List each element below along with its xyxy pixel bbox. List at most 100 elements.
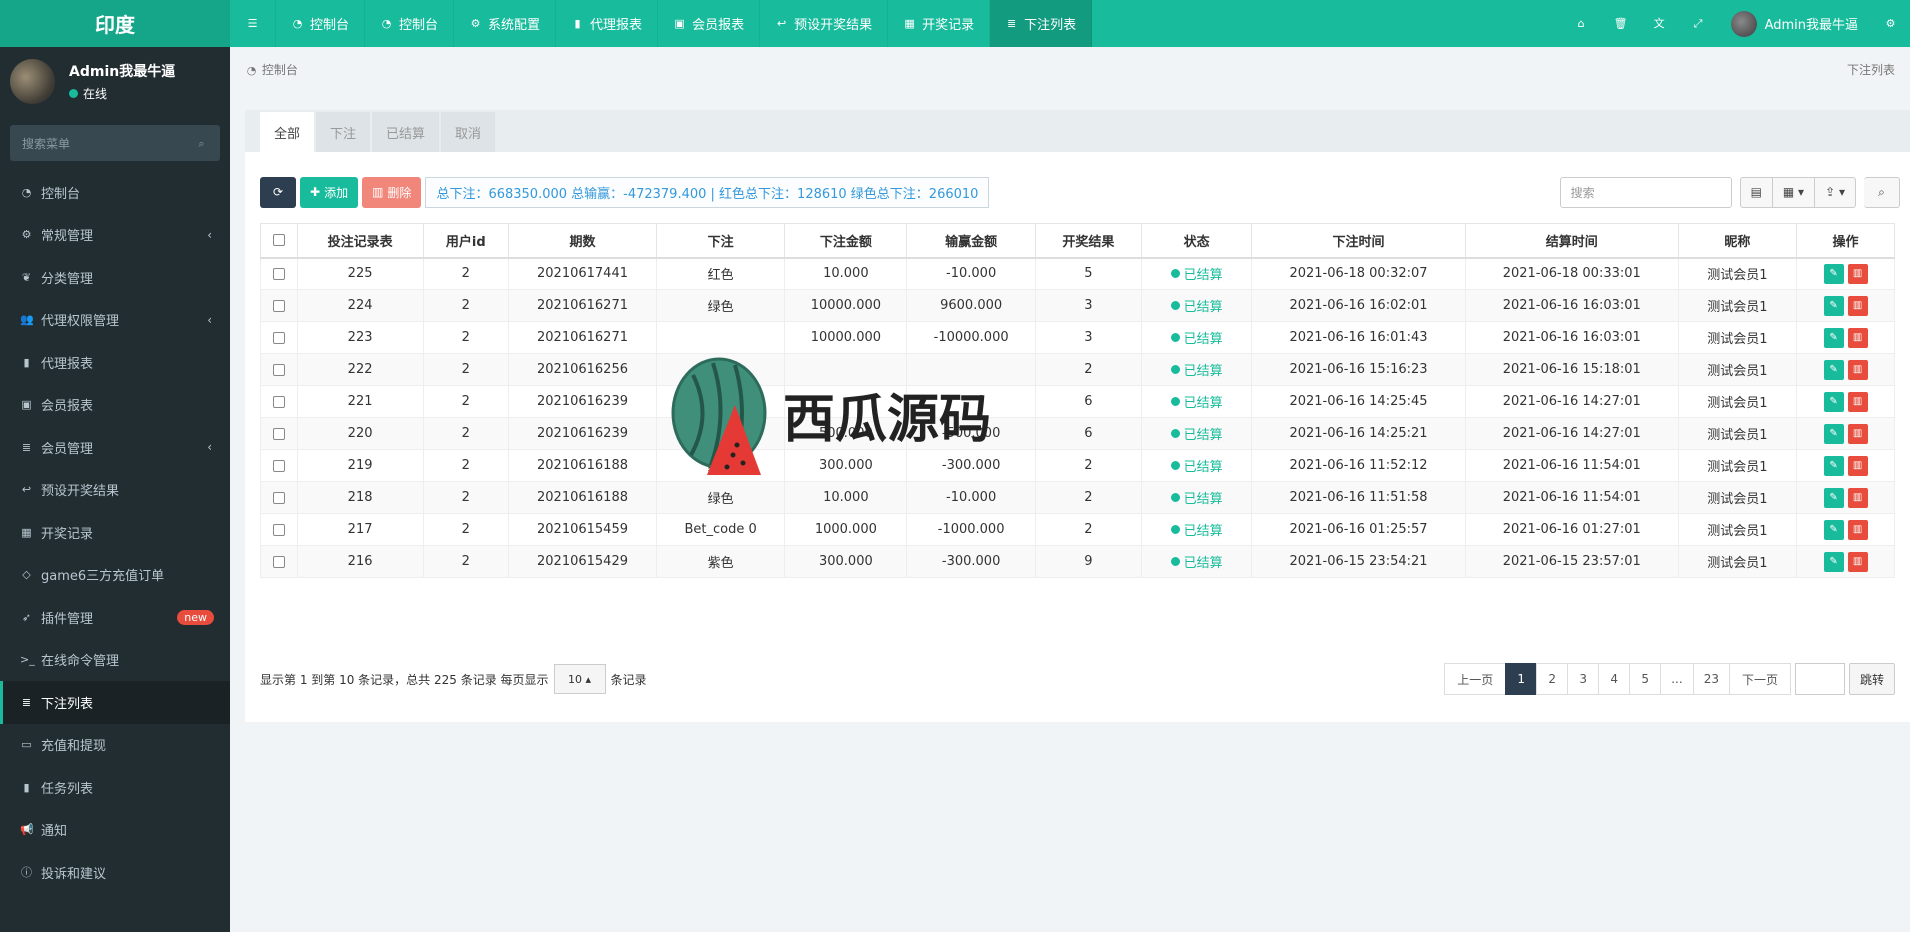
top-tab-preset-results[interactable]: ↩ 预设开奖结果 [760,0,889,47]
sidebar-item-agent-auth[interactable]: 👥 代理权限管理 ‹ [0,299,230,342]
edit-button[interactable]: ✎ [1823,519,1844,540]
table-search-input[interactable]: 搜索 [1559,176,1732,208]
page-button[interactable]: 5 [1629,663,1662,695]
row-checkbox[interactable] [272,523,285,536]
delete-row-button[interactable]: ▥ [1847,519,1868,540]
col-header[interactable]: 下注金额 [784,223,908,259]
page-button[interactable]: 2 [1536,663,1569,695]
add-button[interactable]: ✚ 添加 [300,176,359,208]
toggle-view-button[interactable]: ▤ [1739,176,1773,208]
table-row[interactable]: 217 2 20210615459 Bet_code 0 1000.000 -1000.0… [260,513,1895,546]
table-row[interactable]: 216 2 20210615429 紫色 300.000 -300.000 9 已结算 2021… [260,545,1895,578]
delete-row-button[interactable]: ▥ [1847,487,1868,508]
table-row[interactable]: 224 2 20210616271 绿色 10000.000 9600.000 3 已结算 20… [260,289,1895,322]
table-row[interactable]: 218 2 20210616188 绿色 10.000 -10.000 2 已结算 2021-0… [260,481,1895,514]
col-header[interactable]: 期数 [508,223,657,259]
delete-row-button[interactable]: ▥ [1847,455,1868,476]
delete-button[interactable]: ▥ 删除 [362,176,422,208]
tab-all[interactable]: 全部 [260,112,315,152]
tab-settled[interactable]: 已结算 [372,112,440,152]
delete-row-button[interactable]: ▥ [1847,423,1868,444]
delete-row-button[interactable]: ▥ [1847,263,1868,284]
top-tab-bet-list[interactable]: ≣ 下注列表 [990,0,1093,47]
row-checkbox[interactable] [272,363,285,376]
top-tab-dashboard-2[interactable]: ◔ 控制台 [365,0,455,47]
top-tab-system-config[interactable]: ⚙ 系统配置 [454,0,557,47]
page-button[interactable]: 3 [1567,663,1600,695]
delete-row-button[interactable]: ▥ [1847,391,1868,412]
col-header[interactable]: 状态 [1141,223,1253,259]
row-checkbox[interactable] [272,459,285,472]
table-row[interactable]: 225 2 20210617441 红色 10.000 -10.000 5 已结算 2021-0… [260,257,1895,290]
sidebar-item-plugins[interactable]: ➶ 插件管理 new [0,596,230,639]
col-header[interactable]: 下注 [655,223,786,259]
sidebar-item-notice[interactable]: 📢 通知 [0,809,230,852]
breadcrumb-home[interactable]: ◔ 控制台 [245,61,298,78]
sidebar-item-game6-orders[interactable]: ◇ game6三方充值订单 [0,554,230,597]
sidebar-item-agent-report[interactable]: ▮ 代理报表 [0,341,230,384]
col-header[interactable]: 昵称 [1677,223,1798,259]
table-row[interactable]: 221 2 20210616239 6 已结算 2021-06-16 14:25:45 20… [260,385,1895,418]
sidebar-item-complaints[interactable]: ⓘ 投诉和建议 [0,851,230,894]
col-header[interactable]: 下注时间 [1251,223,1466,259]
home-button[interactable]: ⌂ [1562,18,1601,29]
jump-button[interactable]: 跳转 [1848,663,1895,695]
table-row[interactable]: 223 2 20210616271 10000.000 -10000.000 3 已结算 20… [260,321,1895,354]
table-row[interactable]: 219 2 20210616188 绿色 300.000 -300.000 2 已结算 2021… [260,449,1895,482]
sidebar-item-category[interactable]: ❦ 分类管理 [0,256,230,299]
menu-toggle-button[interactable]: ☰ [230,0,276,47]
sidebar-item-member-report[interactable]: ▣ 会员报表 [0,384,230,427]
edit-button[interactable]: ✎ [1823,423,1844,444]
top-user-menu[interactable]: Admin我最牛逼 [1718,10,1871,37]
tab-bet[interactable]: 下注 [316,112,371,152]
col-header[interactable]: 输赢金额 [906,223,1036,259]
brand-logo[interactable]: 印度 [0,0,230,47]
col-header[interactable]: 投注记录表 [296,223,424,259]
table-row[interactable]: 222 2 20210616256 2 已结算 2021-06-16 15:16:23 20… [260,353,1895,386]
sidebar-item-general[interactable]: ⚙ 常规管理 ‹ [0,214,230,257]
select-all-checkbox[interactable] [272,234,285,247]
top-tab-dashboard[interactable]: ◔ 控制台 [276,0,366,47]
sidebar-item-online-command[interactable]: >_ 在线命令管理 [0,639,230,682]
row-checkbox[interactable] [272,299,285,312]
page-size-select[interactable]: 10 ▴ [553,664,606,694]
delete-row-button[interactable]: ▥ [1847,327,1868,348]
advanced-search-button[interactable]: ⌕ [1864,176,1900,208]
col-header[interactable]: 开奖结果 [1034,223,1143,259]
page-button[interactable]: 1 [1505,663,1538,695]
sidebar-item-draw-records[interactable]: ▦ 开奖记录 [0,511,230,554]
row-checkbox[interactable] [272,427,285,440]
col-header[interactable]: 用户id [422,223,510,259]
page-button[interactable]: 4 [1598,663,1631,695]
row-checkbox[interactable] [272,491,285,504]
delete-row-button[interactable]: ▥ [1847,359,1868,380]
sidebar-item-dashboard[interactable]: ◔ 控制台 [0,171,230,214]
refresh-button[interactable]: ⟳ [260,176,296,208]
edit-button[interactable]: ✎ [1823,391,1844,412]
edit-button[interactable]: ✎ [1823,263,1844,284]
tab-cancelled[interactable]: 取消 [441,112,496,152]
top-tab-member-report[interactable]: ▣ 会员报表 [658,0,761,47]
language-button[interactable]: 文 [1640,18,1679,29]
jump-page-input[interactable] [1794,663,1845,695]
next-page-button[interactable]: 下一页 [1728,663,1791,695]
delete-row-button[interactable]: ▥ [1847,295,1868,316]
columns-button[interactable]: ▦ ▾ [1772,176,1816,208]
sidebar-item-preset-results[interactable]: ↩ 预设开奖结果 [0,469,230,512]
export-button[interactable]: ⇪ ▾ [1815,176,1856,208]
row-checkbox[interactable] [272,331,285,344]
sidebar-item-member-manage[interactable]: ≣ 会员管理 ‹ [0,426,230,469]
top-tab-draw-records[interactable]: ▦ 开奖记录 [888,0,991,47]
sidebar-search-input[interactable]: 搜索菜单 ⌕ [10,125,220,161]
row-checkbox[interactable] [272,395,285,408]
page-button[interactable]: 23 [1692,663,1730,695]
table-row[interactable]: 220 2 20210616239 500.000 -500.000 6 已结算 2021-0… [260,417,1895,450]
col-header[interactable]: 结算时间 [1464,223,1679,259]
fullscreen-button[interactable]: ⤢ [1679,18,1718,29]
top-tab-agent-report[interactable]: ▮ 代理报表 [556,0,659,47]
edit-button[interactable]: ✎ [1823,295,1844,316]
row-checkbox[interactable] [272,555,285,568]
sidebar-item-bet-list[interactable]: ≣ 下注列表 [0,681,230,724]
edit-button[interactable]: ✎ [1823,487,1844,508]
delete-row-button[interactable]: ▥ [1847,551,1868,572]
